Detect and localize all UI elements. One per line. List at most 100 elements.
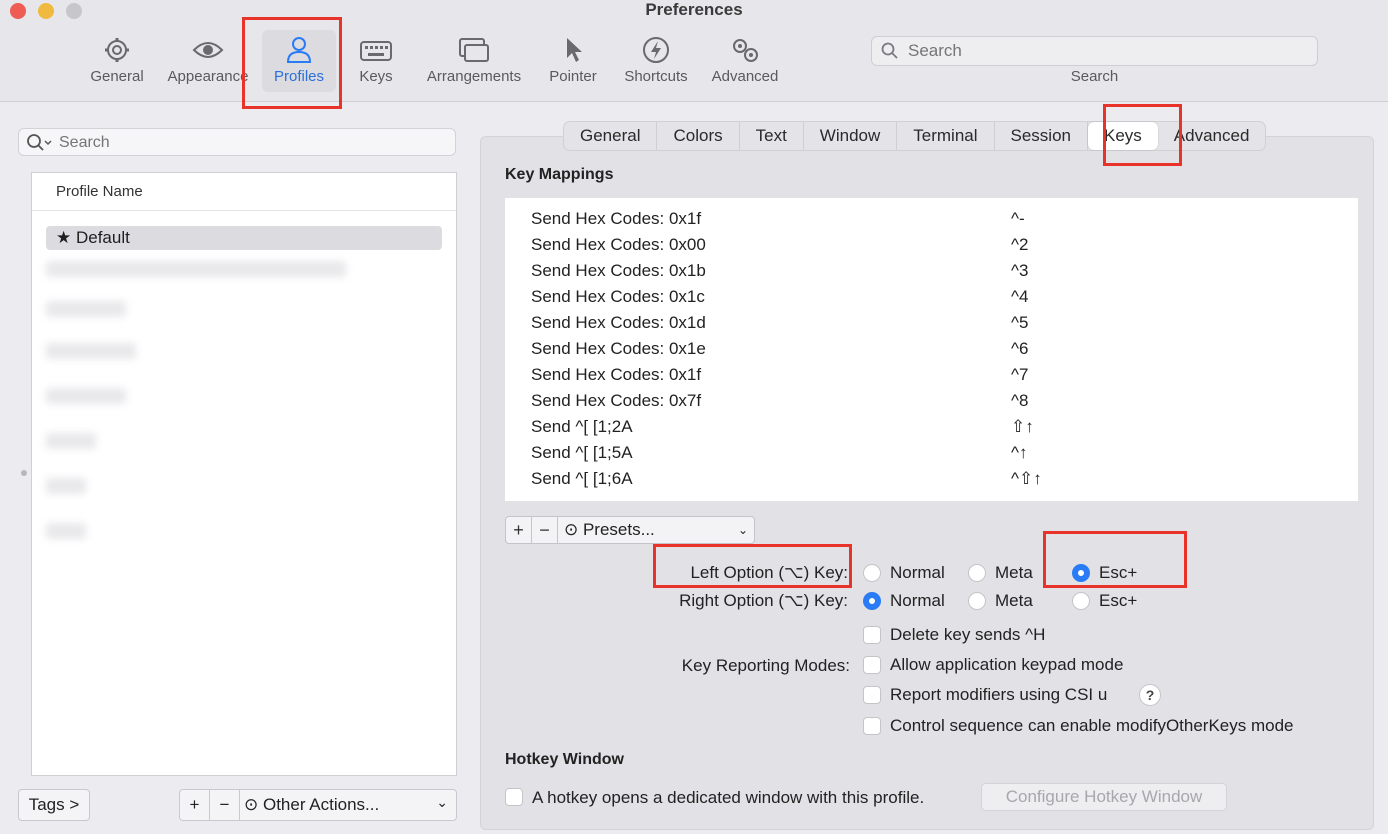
chevron-down-icon: ⌄ <box>436 794 448 810</box>
hotkey-checkbox[interactable] <box>505 788 523 806</box>
toolbar-search[interactable] <box>871 36 1318 66</box>
delete-key-checkbox[interactable] <box>863 626 881 644</box>
tab-session[interactable]: Session <box>995 122 1088 150</box>
toolbar-label: Profiles <box>273 68 325 85</box>
remove-mapping-button[interactable]: − <box>532 517 558 543</box>
toolbar-shortcuts[interactable]: Shortcuts <box>618 30 694 92</box>
key-mapping-controls: + − ⊙ Presets... ⌄ <box>505 516 755 544</box>
tab-text[interactable]: Text <box>740 122 804 150</box>
mapping-action: Send Hex Codes: 0x1c <box>531 287 705 306</box>
mapping-action: Send Hex Codes: 0x1d <box>531 313 706 332</box>
toolbar-general[interactable]: General <box>84 30 150 92</box>
help-button[interactable]: ? <box>1139 684 1161 706</box>
window-title: Preferences <box>645 0 743 19</box>
blurred-profile-row[interactable] <box>46 523 86 539</box>
blurred-profile-row[interactable] <box>46 301 126 317</box>
toolbar-search-label: Search <box>1070 68 1119 85</box>
split-view-handle[interactable] <box>21 470 27 476</box>
hotkey-window-title: Hotkey Window <box>505 751 624 768</box>
search-icon <box>881 42 898 59</box>
table-row[interactable]: Send ^[ [1;2A ⇧↑ <box>531 414 1351 440</box>
right-option-normal-radio[interactable] <box>863 592 881 610</box>
blurred-profile-row[interactable] <box>46 388 126 404</box>
toolbar-pointer[interactable]: Pointer <box>542 30 604 92</box>
presets-menu[interactable]: ⊙ Presets... ⌄ <box>558 517 754 543</box>
tab-terminal[interactable]: Terminal <box>897 122 995 150</box>
radio-label: Normal <box>890 591 945 610</box>
remove-profile-button[interactable]: − <box>210 790 240 820</box>
mapping-key: ^⇧↑ <box>1011 469 1042 488</box>
right-option-esc-radio[interactable] <box>1072 592 1090 610</box>
eye-icon <box>192 42 224 58</box>
table-row[interactable]: Send Hex Codes: 0x7f ^8 <box>531 388 1351 414</box>
table-row[interactable]: Send Hex Codes: 0x1d ^5 <box>531 310 1351 336</box>
left-option-key-label: Left Option (⌥) Key: <box>690 563 848 582</box>
tab-window[interactable]: Window <box>804 122 898 150</box>
table-row[interactable]: Send Hex Codes: 0x1f ^7 <box>531 362 1351 388</box>
blurred-profile-row[interactable] <box>46 343 136 359</box>
table-row[interactable]: Send ^[ [1;6A ^⇧↑ <box>531 466 1351 492</box>
mapping-action: Send ^[ [1;5A <box>531 443 633 462</box>
toolbar: Preferences General Appearance Profiles … <box>0 0 1388 102</box>
add-mapping-button[interactable]: + <box>506 517 532 543</box>
key-mappings-title: Key Mappings <box>505 166 614 183</box>
delete-key-label: Delete key sends ^H <box>890 625 1046 644</box>
key-reporting-label: Key Reporting Modes: <box>681 656 850 675</box>
mapping-key: ⇧↑ <box>1011 417 1034 436</box>
table-row[interactable]: Send Hex Codes: 0x1e ^6 <box>531 336 1351 362</box>
toolbar-label: Arrangements <box>426 68 522 85</box>
mapping-key: ^7 <box>1011 365 1029 384</box>
profile-search[interactable] <box>18 128 456 156</box>
toolbar-arrangements[interactable]: Arrangements <box>420 30 528 92</box>
table-row[interactable]: Send ^[ [1;5A ^↑ <box>531 440 1351 466</box>
mapping-key: ^8 <box>1011 391 1029 410</box>
add-profile-button[interactable]: + <box>180 790 210 820</box>
table-row[interactable]: Send Hex Codes: 0x1b ^3 <box>531 258 1351 284</box>
mapping-action: Send Hex Codes: 0x1e <box>531 339 706 358</box>
left-option-normal-radio[interactable] <box>863 564 881 582</box>
mapping-key: ^3 <box>1011 261 1029 280</box>
windows-icon <box>459 38 489 62</box>
mapping-key: ^6 <box>1011 339 1029 358</box>
tab-keys[interactable]: Keys <box>1088 122 1158 150</box>
table-row[interactable]: Send Hex Codes: 0x1c ^4 <box>531 284 1351 310</box>
table-row[interactable]: Send Hex Codes: 0x1f ^- <box>531 206 1351 232</box>
blurred-profile-row[interactable] <box>46 478 86 494</box>
toolbar-search-input[interactable] <box>906 41 1306 61</box>
profile-list: Profile Name ★ Default <box>31 172 457 776</box>
pointer-icon <box>567 38 582 62</box>
left-option-meta-radio[interactable] <box>968 564 986 582</box>
mapping-action: Send Hex Codes: 0x1f <box>531 209 702 228</box>
profile-search-input[interactable] <box>57 133 437 153</box>
key-mappings-table[interactable]: Send Hex Codes: 0x1f ^- Send Hex Codes: 0… <box>505 198 1358 501</box>
toolbar-label: Pointer <box>549 68 597 85</box>
mapping-key: ^2 <box>1011 235 1029 254</box>
tab-advanced[interactable]: Advanced <box>1158 122 1266 150</box>
left-option-esc-radio[interactable] <box>1072 564 1090 582</box>
other-actions-menu[interactable]: ⊙ Other Actions... ⌄ <box>240 790 456 820</box>
mapping-key: ^4 <box>1011 287 1029 306</box>
table-row[interactable]: Send Hex Codes: 0x00 ^2 <box>531 232 1351 258</box>
modify-other-keys-checkbox[interactable] <box>863 717 881 735</box>
toolbar-profiles[interactable]: Profiles <box>262 30 336 92</box>
tab-colors[interactable]: Colors <box>657 122 740 150</box>
blurred-profile-row[interactable] <box>46 261 346 277</box>
toolbar-keys[interactable]: Keys <box>350 30 402 92</box>
profile-row-default[interactable]: ★ Default <box>46 226 442 250</box>
toolbar-advanced[interactable]: Advanced <box>706 30 784 92</box>
toolbar-appearance[interactable]: Appearance <box>162 30 254 92</box>
mapping-action: Send Hex Codes: 0x1b <box>531 261 706 280</box>
keypad-mode-checkbox[interactable] <box>863 656 881 674</box>
search-icon <box>27 134 52 151</box>
blurred-profile-row[interactable] <box>46 433 96 449</box>
right-option-meta-radio[interactable] <box>968 592 986 610</box>
csi-u-checkbox[interactable] <box>863 686 881 704</box>
tab-general[interactable]: General <box>564 122 658 150</box>
tags-button[interactable]: Tags > <box>18 789 90 821</box>
profile-tabs: General Colors Text Window Terminal Sess… <box>563 121 1267 151</box>
mapping-key: ^↑ <box>1011 443 1028 462</box>
radio-label: Meta <box>995 563 1033 582</box>
profile-actions-bar: + − ⊙ Other Actions... ⌄ <box>179 789 457 821</box>
configure-hotkey-button[interactable]: Configure Hotkey Window <box>981 783 1227 811</box>
profile-name-column-header[interactable]: Profile Name <box>32 173 456 211</box>
